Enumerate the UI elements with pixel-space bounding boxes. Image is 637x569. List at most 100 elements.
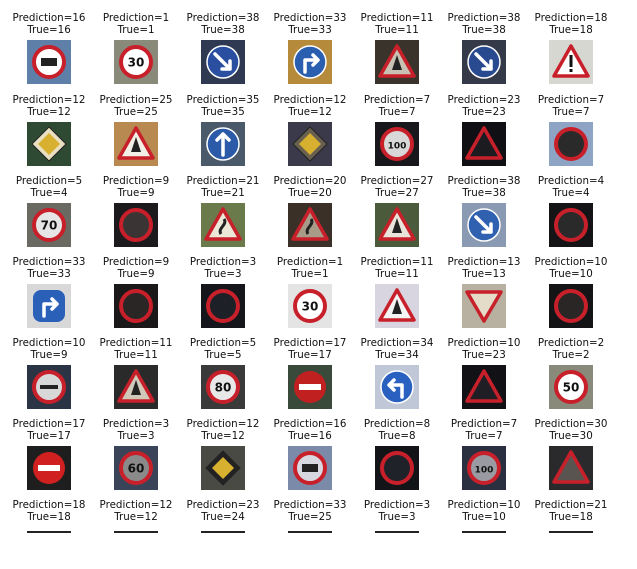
sign-thumbnail (27, 284, 71, 328)
double-curve-sign-icon (201, 203, 245, 247)
sample-cell: Prediction=7 True=7 100 (354, 82, 440, 166)
prediction-label: Prediction=10 (12, 337, 86, 349)
true-label: True=13 (462, 268, 506, 280)
sample-cell: Prediction=17 True=17 (267, 325, 353, 409)
sign-thumbnail (549, 446, 593, 490)
slippery-road-sign-icon (462, 365, 506, 409)
prediction-label: Prediction=7 (363, 94, 431, 106)
sign-thumbnail (201, 446, 245, 490)
prediction-label: Prediction=10 (447, 337, 521, 349)
true-label: True=11 (375, 24, 419, 36)
sign-thumbnail (201, 284, 245, 328)
prediction-label: Prediction=1 (102, 12, 170, 24)
sign-thumbnail (375, 446, 419, 490)
prediction-label: Prediction=8 (363, 418, 431, 430)
sample-cell: Prediction=30 True=30 (528, 406, 614, 490)
sign-thumbnail (462, 122, 506, 166)
true-label: True=4 (30, 187, 68, 199)
sample-cell: Prediction=12 True=12 (93, 487, 179, 569)
sign-thumbnail: 80 (201, 365, 245, 409)
true-label: True=33 (27, 268, 71, 280)
prediction-label: Prediction=10 (534, 256, 608, 268)
no-passing-sign-icon (27, 365, 71, 409)
sign-thumbnail (288, 527, 332, 533)
sample-cell: Prediction=9 True=9 (93, 163, 179, 247)
true-label: True=7 (378, 106, 416, 118)
speed-limit-100-sign-icon (549, 122, 593, 166)
right-of-way-sign-icon (375, 284, 419, 328)
true-label: True=18 (27, 511, 71, 523)
true-label: True=12 (27, 106, 71, 118)
no-passing-trucks-sign-icon (549, 284, 593, 328)
sign-thumbnail (288, 122, 332, 166)
right-of-way-sign-icon (375, 40, 419, 84)
sample-cell: Prediction=7 True=7 (528, 82, 614, 166)
sample-cell: Prediction=25 True=25 (93, 82, 179, 166)
sign-thumbnail (375, 284, 419, 328)
sign-thumbnail (288, 365, 332, 409)
true-label: True=16 (288, 430, 332, 442)
sample-cell: Prediction=1 True=1 30 (267, 244, 353, 328)
sample-cell: Prediction=16 True=16 (6, 0, 92, 84)
sample-cell: Prediction=8 True=8 (354, 406, 440, 490)
sign-thumbnail (549, 203, 593, 247)
prediction-label: Prediction=9 (102, 256, 170, 268)
true-label: True=18 (549, 24, 593, 36)
sample-cell: Prediction=38 True=38 (441, 163, 527, 247)
sample-cell: Prediction=5 True=5 80 (180, 325, 266, 409)
prediction-label: Prediction=30 (534, 418, 608, 430)
prediction-label: Prediction=16 (273, 418, 347, 430)
sign-thumbnail (375, 203, 419, 247)
priority-road-sign-icon (114, 527, 158, 533)
sample-cell: Prediction=27 True=27 (354, 163, 440, 247)
sign-thumbnail: 60 (114, 446, 158, 490)
slippery-road-sign-icon (462, 122, 506, 166)
true-label: True=12 (288, 106, 332, 118)
svg-text:30: 30 (128, 56, 145, 70)
sample-cell: Prediction=38 True=38 (180, 0, 266, 84)
prediction-label: Prediction=2 (537, 337, 605, 349)
sign-thumbnail (375, 527, 419, 533)
prediction-label: Prediction=10 (447, 499, 521, 511)
speed-limit-80-sign-icon: 80 (201, 365, 245, 409)
true-label: True=17 (288, 349, 332, 361)
prediction-label: Prediction=38 (186, 12, 260, 24)
sign-thumbnail (114, 365, 158, 409)
sign-thumbnail (114, 527, 158, 533)
sign-thumbnail (288, 203, 332, 247)
sample-cell: Prediction=13 True=13 (441, 244, 527, 328)
prediction-label: Prediction=12 (99, 499, 173, 511)
no-trucks-sign-icon (27, 40, 71, 84)
true-label: True=12 (201, 430, 245, 442)
sample-cell: Prediction=21 True=21 (180, 163, 266, 247)
sign-thumbnail (27, 365, 71, 409)
sample-cell: Prediction=2 True=2 50 (528, 325, 614, 409)
sample-cell: Prediction=11 True=11 (354, 244, 440, 328)
speed-limit-100-sign-icon: 100 (375, 122, 419, 166)
sample-cell: Prediction=21 True=18 (528, 487, 614, 569)
prediction-label: Prediction=17 (273, 337, 347, 349)
true-label: True=38 (462, 187, 506, 199)
no-passing-trucks-sign-icon (462, 527, 506, 533)
prediction-label: Prediction=33 (12, 256, 86, 268)
prediction-label: Prediction=17 (12, 418, 86, 430)
true-label: True=11 (114, 349, 158, 361)
true-label: True=10 (549, 268, 593, 280)
true-label: True=17 (27, 430, 71, 442)
sample-cell: Prediction=12 True=12 (267, 82, 353, 166)
true-label: True=18 (549, 511, 593, 523)
svg-text:30: 30 (302, 300, 319, 314)
no-passing-sign-icon (114, 284, 158, 328)
true-label: True=7 (552, 106, 590, 118)
sample-cell: Prediction=18 True=18 (6, 487, 92, 569)
svg-text:70: 70 (41, 219, 58, 233)
sign-thumbnail (288, 446, 332, 490)
prediction-label: Prediction=11 (360, 12, 434, 24)
sign-thumbnail (462, 40, 506, 84)
true-label: True=11 (375, 268, 419, 280)
sample-cell: Prediction=20 True=20 (267, 163, 353, 247)
beware-ice-snow-sign-icon (549, 446, 593, 490)
priority-road-sign-icon (201, 446, 245, 490)
sample-cell: Prediction=10 True=10 (441, 487, 527, 569)
sign-thumbnail: 30 (114, 40, 158, 84)
